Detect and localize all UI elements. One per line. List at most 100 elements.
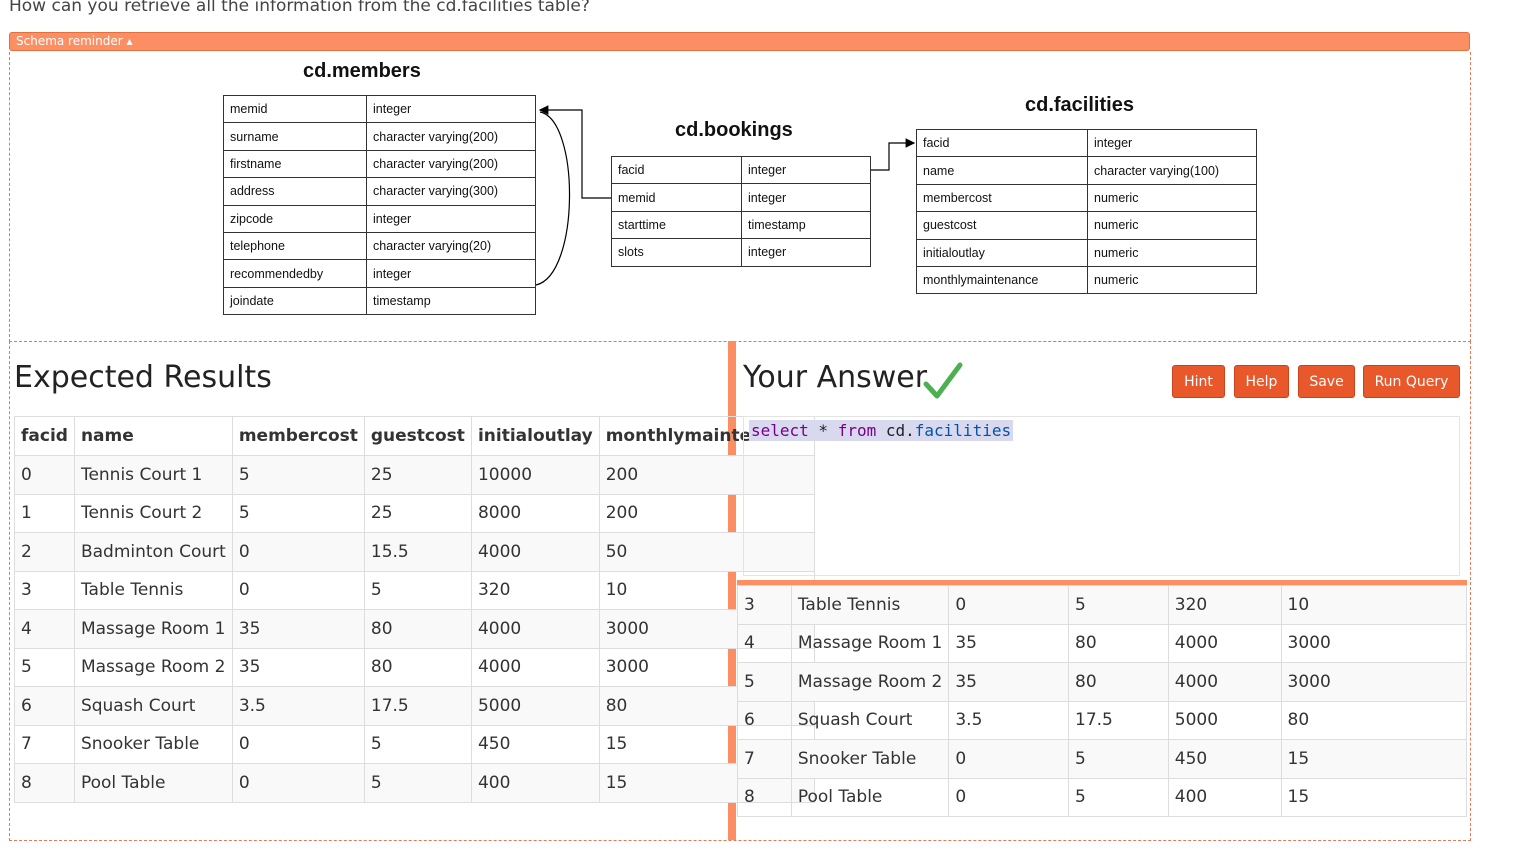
schema-row: telephone character varying(20) bbox=[223, 231, 536, 261]
table-cell: 80 bbox=[363, 647, 472, 687]
table-cell: Massage Room 2 bbox=[790, 662, 950, 702]
members-schema-table: memid integer surname character varying(200… bbox=[223, 94, 536, 316]
column-type: numeric bbox=[1087, 238, 1257, 267]
header-row: facid name membercost guestcost initialoutla… bbox=[14, 416, 816, 456]
table-cell: 5 bbox=[363, 724, 472, 764]
schema-row: name character varying(100) bbox=[916, 156, 1257, 185]
column-type: character varying(300) bbox=[366, 177, 536, 206]
column-type: integer bbox=[1087, 128, 1257, 158]
column-type: integer bbox=[366, 204, 536, 233]
table-cell: 5 bbox=[737, 662, 792, 702]
table-row: 6 Squash Court 3.5 17.5 5000 80 bbox=[737, 700, 1468, 740]
table-cell: 5 bbox=[1068, 777, 1169, 817]
table-row: 1 Tennis Court 2 5 25 8000 200 bbox=[14, 493, 816, 533]
table-cell: 0 bbox=[948, 777, 1069, 817]
table-cell: 5 bbox=[363, 570, 472, 610]
table-cell: 0 bbox=[231, 724, 365, 764]
column-name: recommendedby bbox=[223, 259, 367, 288]
column-header: guestcost bbox=[363, 416, 472, 456]
column-type: numeric bbox=[1087, 265, 1257, 295]
table-cell: 0 bbox=[948, 739, 1069, 779]
schema-row: starttime timestamp bbox=[611, 210, 871, 240]
query-text: select * from cd.facilities bbox=[749, 420, 1014, 441]
column-type: numeric bbox=[1087, 211, 1257, 240]
schema-reminder-label: Schema reminder ▴ bbox=[16, 34, 133, 48]
column-name: membercost bbox=[916, 183, 1088, 213]
table-cell: Massage Room 1 bbox=[790, 623, 950, 663]
table-cell: 15 bbox=[1280, 777, 1468, 817]
table-row: 6 Squash Court 3.5 17.5 5000 80 bbox=[14, 686, 816, 726]
run-query-button[interactable]: Run Query bbox=[1363, 365, 1460, 398]
table-cell: 8 bbox=[14, 763, 75, 803]
column-type: integer bbox=[366, 259, 536, 288]
help-button[interactable]: Help bbox=[1234, 365, 1289, 398]
schema-row: memid integer bbox=[611, 183, 871, 212]
table-cell: 17.5 bbox=[1068, 700, 1169, 740]
schema-row: joindate timestamp bbox=[223, 286, 536, 316]
table-cell: 5000 bbox=[470, 686, 600, 726]
schema-reminder-toggle[interactable]: Schema reminder ▴ bbox=[9, 32, 1470, 51]
column-type: integer bbox=[741, 238, 871, 267]
table-cell: 320 bbox=[1167, 585, 1282, 625]
table-cell: 1 bbox=[14, 493, 75, 533]
column-header: membercost bbox=[231, 416, 365, 456]
schema-row: surname character varying(200) bbox=[223, 122, 536, 151]
table-cell: Pool Table bbox=[790, 777, 950, 817]
table-cell: 0 bbox=[231, 532, 365, 572]
table-cell: 0 bbox=[14, 455, 75, 495]
schema-row: slots integer bbox=[611, 238, 871, 267]
table-cell: 25 bbox=[363, 493, 472, 533]
schema-row: initialoutlay numeric bbox=[916, 238, 1257, 267]
table-cell: 3.5 bbox=[231, 686, 365, 726]
column-type: character varying(200) bbox=[366, 122, 536, 151]
bookings-table-title: cd.bookings bbox=[675, 119, 793, 141]
table-cell: 4 bbox=[737, 623, 792, 663]
table-cell: 3000 bbox=[1280, 623, 1468, 663]
table-cell: 3000 bbox=[1280, 662, 1468, 702]
column-name: surname bbox=[223, 122, 367, 151]
members-table-title: cd.members bbox=[303, 60, 421, 82]
column-name: guestcost bbox=[916, 211, 1088, 240]
column-name: name bbox=[916, 156, 1088, 185]
query-editor[interactable]: select * from cd.facilities bbox=[743, 416, 1460, 576]
checkmark-icon bbox=[923, 362, 963, 399]
table-cell: 80 bbox=[1280, 700, 1468, 740]
table-cell: 15 bbox=[1280, 739, 1468, 779]
hint-button[interactable]: Hint bbox=[1172, 365, 1225, 398]
column-name: initialoutlay bbox=[916, 238, 1088, 267]
column-name: slots bbox=[611, 238, 742, 267]
table-cell: 400 bbox=[1167, 777, 1282, 817]
table-cell: Tennis Court 1 bbox=[73, 455, 233, 495]
column-name: facid bbox=[916, 128, 1088, 158]
table-cell: 35 bbox=[231, 609, 365, 649]
table-cell: 5 bbox=[14, 647, 75, 687]
table-cell: Table Tennis bbox=[73, 570, 233, 610]
table-cell: 6 bbox=[14, 686, 75, 726]
column-type: integer bbox=[741, 155, 871, 185]
table-cell: 5000 bbox=[1167, 700, 1282, 740]
table-cell: Pool Table bbox=[73, 763, 233, 803]
table-cell: 400 bbox=[470, 763, 600, 803]
schema-row: facid integer bbox=[611, 155, 871, 185]
table-cell: 80 bbox=[1068, 662, 1169, 702]
table-row: 4 Massage Room 1 35 80 4000 3000 bbox=[14, 609, 816, 649]
schema-row: firstname character varying(200) bbox=[223, 149, 536, 179]
table-cell: 7 bbox=[737, 739, 792, 779]
column-type: timestamp bbox=[366, 286, 536, 316]
column-name: monthlymaintenance bbox=[916, 265, 1088, 295]
column-type: character varying(100) bbox=[1087, 156, 1257, 185]
column-type: numeric bbox=[1087, 183, 1257, 213]
table-cell: 6 bbox=[737, 700, 792, 740]
schema-row: zipcode integer bbox=[223, 204, 536, 233]
table-cell: 17.5 bbox=[363, 686, 472, 726]
column-header: facid bbox=[14, 416, 75, 456]
table-cell: 7 bbox=[14, 724, 75, 764]
column-name: joindate bbox=[223, 286, 367, 316]
table-cell: 10000 bbox=[470, 455, 600, 495]
table-cell: Badminton Court bbox=[73, 532, 233, 572]
save-button[interactable]: Save bbox=[1298, 365, 1355, 398]
column-name: facid bbox=[611, 155, 742, 185]
table-cell: 25 bbox=[363, 455, 472, 495]
table-cell: 5 bbox=[363, 763, 472, 803]
schema-row: address character varying(300) bbox=[223, 177, 536, 206]
